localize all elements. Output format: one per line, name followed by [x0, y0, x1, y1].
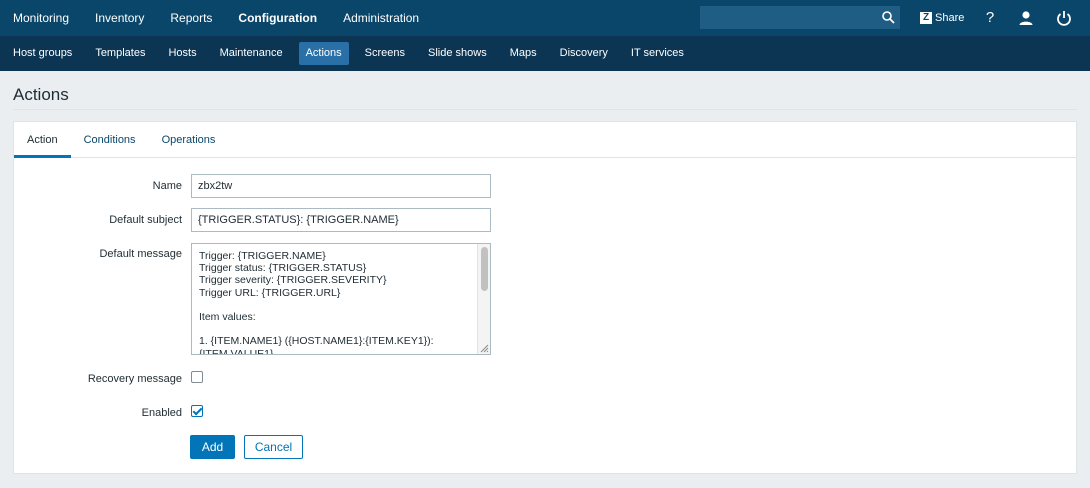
configuration-submenu: Host groups Templates Hosts Maintenance … [6, 42, 700, 65]
message-scrollbar[interactable] [477, 244, 490, 354]
default-message-label: Default message [99, 248, 182, 260]
title-divider [13, 109, 1077, 110]
submenu-discovery[interactable]: Discovery [553, 42, 615, 65]
sub-navigation: Host groups Templates Hosts Maintenance … [0, 36, 1090, 71]
submenu-host-groups[interactable]: Host groups [6, 42, 79, 65]
tab-conditions[interactable]: Conditions [71, 122, 149, 158]
submenu-maps[interactable]: Maps [503, 42, 544, 65]
menu-configuration[interactable]: Configuration [225, 0, 330, 36]
tab-operations[interactable]: Operations [149, 122, 229, 158]
enabled-checkbox[interactable] [191, 405, 203, 417]
recovery-message-label: Recovery message [87, 373, 182, 385]
default-subject-label: Default subject [109, 214, 182, 226]
resize-handle-icon[interactable] [479, 343, 489, 353]
form-tabs: Action Conditions Operations [14, 122, 1076, 158]
name-label: Name [152, 180, 182, 192]
enabled-label: Enabled [141, 407, 182, 419]
submenu-slide-shows[interactable]: Slide shows [421, 42, 494, 65]
default-message-text: Trigger: {TRIGGER.NAME} Trigger status: … [199, 250, 434, 355]
submenu-it-services[interactable]: IT services [624, 42, 691, 65]
tab-action[interactable]: Action [14, 122, 71, 158]
sign-out-icon[interactable] [1056, 10, 1072, 26]
submenu-screens[interactable]: Screens [358, 42, 412, 65]
zabbix-share-icon: Z [920, 12, 932, 24]
share-button[interactable]: Z Share [920, 11, 964, 25]
search-icon[interactable] [882, 11, 895, 24]
submenu-maintenance[interactable]: Maintenance [213, 42, 290, 65]
menu-inventory[interactable]: Inventory [82, 0, 157, 36]
top-navigation: Monitoring Inventory Reports Configurati… [0, 0, 1090, 36]
page-title: Actions [13, 85, 69, 104]
add-button[interactable]: Add [190, 435, 235, 459]
default-subject-field[interactable]: {TRIGGER.STATUS}: {TRIGGER.NAME} [191, 208, 491, 232]
main-menu: Monitoring Inventory Reports Configurati… [0, 0, 432, 36]
help-icon[interactable]: ? [982, 10, 998, 26]
scrollbar-thumb[interactable] [481, 247, 488, 291]
user-profile-icon[interactable] [1018, 10, 1034, 26]
menu-reports[interactable]: Reports [157, 0, 225, 36]
submenu-templates[interactable]: Templates [88, 42, 152, 65]
name-field[interactable]: zbx2tw [191, 174, 491, 198]
submenu-hosts[interactable]: Hosts [161, 42, 203, 65]
recovery-message-checkbox[interactable] [191, 371, 203, 383]
cancel-button[interactable]: Cancel [244, 435, 303, 459]
submenu-actions[interactable]: Actions [298, 42, 349, 65]
menu-administration[interactable]: Administration [330, 0, 432, 36]
action-form-panel: Action Conditions Operations Name zbx2tw… [13, 121, 1077, 474]
search-input[interactable] [700, 6, 900, 29]
menu-monitoring[interactable]: Monitoring [0, 0, 82, 36]
default-message-textarea[interactable]: Trigger: {TRIGGER.NAME} Trigger status: … [191, 243, 491, 355]
share-label: Share [935, 12, 965, 24]
